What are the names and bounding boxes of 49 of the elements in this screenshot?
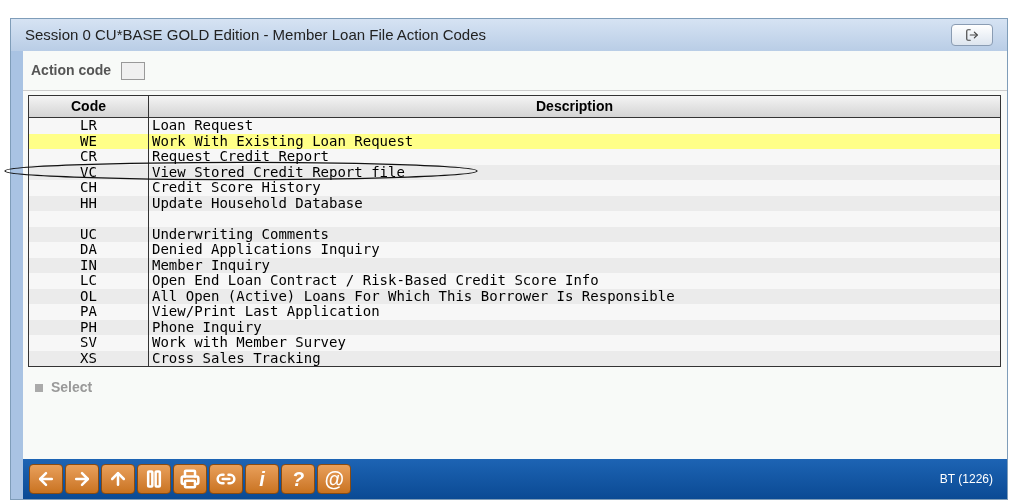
toolbar-button[interactable] [65,464,99,494]
description-cell: Work with Member Survey [152,334,346,350]
description-cell: Phone Inquiry [152,318,262,335]
exit-icon [965,28,979,42]
code-cell: UC [80,226,97,242]
description-cell: Loan Request [152,117,254,133]
code-cell: PA [80,304,97,320]
code-cell: IN [80,257,97,273]
code-cell: WE [80,133,97,149]
code-cell: DA [80,242,97,258]
forward-arrow-icon [72,469,92,489]
description-cell: View Stored Credit Report file [152,163,405,180]
column-header[interactable]: Description [149,96,1000,117]
description-cell: Open End Loan Contract / Risk-Based Credit Score Info [152,272,599,288]
description-cell: Denied Applications Inquiry [152,241,380,257]
description-cell: Request Credit Report [152,148,329,164]
toolbar-button[interactable] [209,464,243,494]
code-cell: SV [80,335,97,351]
exit-button[interactable] [951,24,993,46]
code-cell: CR [80,149,97,165]
description-cell: Underwriting Comments [152,225,329,242]
status-text: BT (1226) [939,471,994,488]
code-cell: PH [80,319,97,335]
code-cell: LC [80,273,97,289]
code-cell: HH [80,195,97,211]
back-arrow-icon [36,469,56,489]
code-cell: XS [80,350,97,366]
printer-icon [180,469,200,489]
toolbar-button[interactable] [101,464,135,494]
description-cell: All Open (Active) Loans For Which This Borrower Is Responsible [152,287,675,304]
description-cell: Update Household Database [152,194,363,211]
code-cell: VC [80,164,97,180]
description-cell: Work With Existing Loan Request [152,132,414,149]
description-cell: View/Print Last Application [152,303,380,319]
field-label: Action code [31,61,112,80]
column-header[interactable]: Code [29,96,149,117]
toolbar-button[interactable] [29,464,63,494]
code-cell: CH [80,180,97,196]
action-code-field[interactable] [121,61,146,80]
code-cell: OL [80,288,97,304]
toolbar-button[interactable] [137,464,171,494]
description-cell: Credit Score History [152,179,321,195]
pause-icon [144,469,164,489]
code-cell: LR [80,118,97,134]
toolbar-button[interactable] [173,464,207,494]
description-cell: Member Inquiry [152,256,270,273]
window-title: Session 0 CU*BASE GOLD Edition - Member Loan File Action Codes [25,24,487,45]
description-cell: Cross Sales Tracking [152,349,321,366]
bullet-icon [35,383,43,392]
